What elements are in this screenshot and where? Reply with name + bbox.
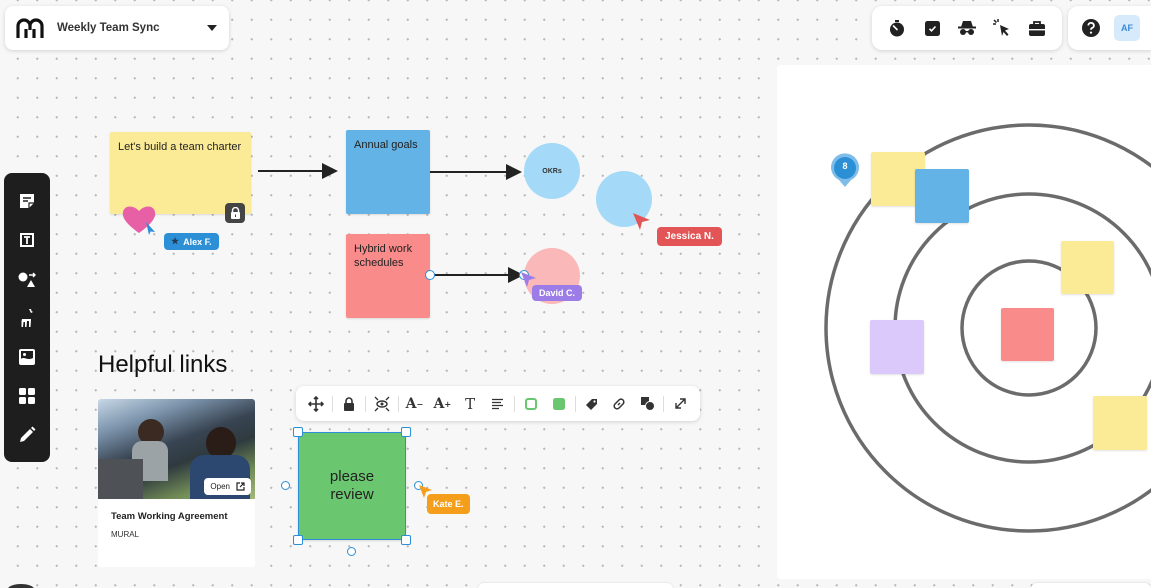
- cursor-pointer-icon: [146, 222, 155, 235]
- collaborator-cursor-david: David C.: [532, 285, 583, 301]
- tag-icon[interactable]: [578, 390, 606, 418]
- heart-icon: [122, 206, 156, 235]
- sticky-note-text: Let's build a team charter: [118, 141, 242, 153]
- target-rings: [824, 123, 1151, 533]
- border-color-icon[interactable]: [517, 390, 545, 418]
- circle-label: OKRs: [542, 167, 562, 175]
- comment-pin[interactable]: 8: [830, 153, 860, 189]
- collaborator-cursor-kate: Kate E.: [427, 494, 470, 514]
- helpful-links-heading: Helpful links: [98, 351, 228, 378]
- target-sticky-note[interactable]: [915, 169, 969, 223]
- cursor-name: Jessica N.: [665, 231, 714, 242]
- sticky-note-text: please review: [329, 468, 375, 503]
- cursor-pointer-icon: [633, 213, 650, 230]
- target-sticky-note[interactable]: [1093, 396, 1147, 450]
- bottom-toolbar[interactable]: [478, 583, 673, 588]
- separator: [574, 395, 576, 412]
- connector-handle[interactable]: [347, 547, 356, 556]
- link-card-title: Team Working Agreement: [111, 511, 228, 522]
- sticky-note[interactable]: Annual goals: [346, 130, 430, 214]
- text-icon[interactable]: T: [456, 390, 484, 418]
- help-icon[interactable]: [1080, 17, 1102, 39]
- star-icon: ★: [171, 236, 180, 246]
- incognito-icon[interactable]: [956, 17, 978, 39]
- comment-count: 8: [842, 161, 848, 171]
- cursor-name: Alex F.: [183, 236, 212, 247]
- focus-eye-icon[interactable]: [368, 390, 396, 418]
- separator: [364, 395, 366, 412]
- circle-shape-okrs[interactable]: OKRs: [524, 143, 580, 199]
- separator: [513, 395, 515, 412]
- user-avatar[interactable]: AF: [1114, 15, 1140, 41]
- fill-color-icon[interactable]: [545, 390, 573, 418]
- font-decrease-icon[interactable]: A −: [401, 390, 429, 418]
- link-icon[interactable]: [605, 390, 633, 418]
- move-icon[interactable]: [302, 390, 330, 418]
- target-framework-panel[interactable]: [777, 65, 1151, 579]
- cursor-click-icon[interactable]: [991, 17, 1013, 39]
- bottom-left-button[interactable]: [8, 584, 34, 588]
- resize-handle[interactable]: [293, 427, 303, 437]
- sticky-note-selected[interactable]: please review: [298, 432, 406, 540]
- open-label: Open: [210, 482, 230, 491]
- align-left-icon[interactable]: [484, 390, 512, 418]
- resize-handle[interactable]: [401, 535, 411, 545]
- connector-handle[interactable]: [425, 270, 435, 280]
- target-sticky-note[interactable]: [870, 320, 924, 374]
- cursor-name: David C.: [539, 288, 576, 298]
- link-card-image: Open: [98, 399, 255, 499]
- collaboration-toolbar: [872, 6, 1062, 50]
- sticky-note-text: Hybrid work schedules: [354, 243, 413, 269]
- lock-icon[interactable]: [225, 203, 245, 223]
- cursor-name: Kate E.: [433, 499, 464, 509]
- collaborator-cursor-jessica: Jessica N.: [657, 227, 722, 246]
- resize-handle[interactable]: [293, 535, 303, 545]
- target-sticky-note[interactable]: [1001, 308, 1054, 361]
- link-card-source: MURAL: [111, 530, 140, 539]
- sticky-note-text: Annual goals: [354, 139, 418, 151]
- selection-toolbar: A − A + T: [296, 386, 700, 421]
- comment-pin-icon: [831, 153, 859, 187]
- lock-icon[interactable]: [335, 390, 363, 418]
- font-increase-icon[interactable]: A +: [428, 390, 456, 418]
- sticky-note[interactable]: Let's build a team charter: [110, 132, 251, 214]
- target-sticky-note[interactable]: [1061, 241, 1114, 294]
- separator: [331, 395, 333, 412]
- sticky-note[interactable]: Hybrid work schedules: [346, 234, 430, 318]
- shape-icon[interactable]: [633, 390, 661, 418]
- briefcase-icon[interactable]: [1026, 17, 1048, 39]
- help-user-bar: AF: [1068, 6, 1151, 50]
- separator: [397, 395, 399, 412]
- separator: [663, 395, 665, 412]
- resize-handle[interactable]: [401, 427, 411, 437]
- stopwatch-icon[interactable]: [886, 17, 908, 39]
- expand-icon[interactable]: [666, 390, 694, 418]
- external-link-icon: [236, 482, 245, 491]
- open-link-button[interactable]: Open: [204, 478, 251, 495]
- bottom-right-toolbar[interactable]: [1031, 583, 1151, 588]
- collaborator-cursor-alex: ★ Alex F.: [164, 233, 219, 250]
- link-card[interactable]: Open Team Working Agreement MURAL: [98, 399, 255, 567]
- checkbox-icon[interactable]: [921, 17, 943, 39]
- connector-handle[interactable]: [281, 481, 290, 490]
